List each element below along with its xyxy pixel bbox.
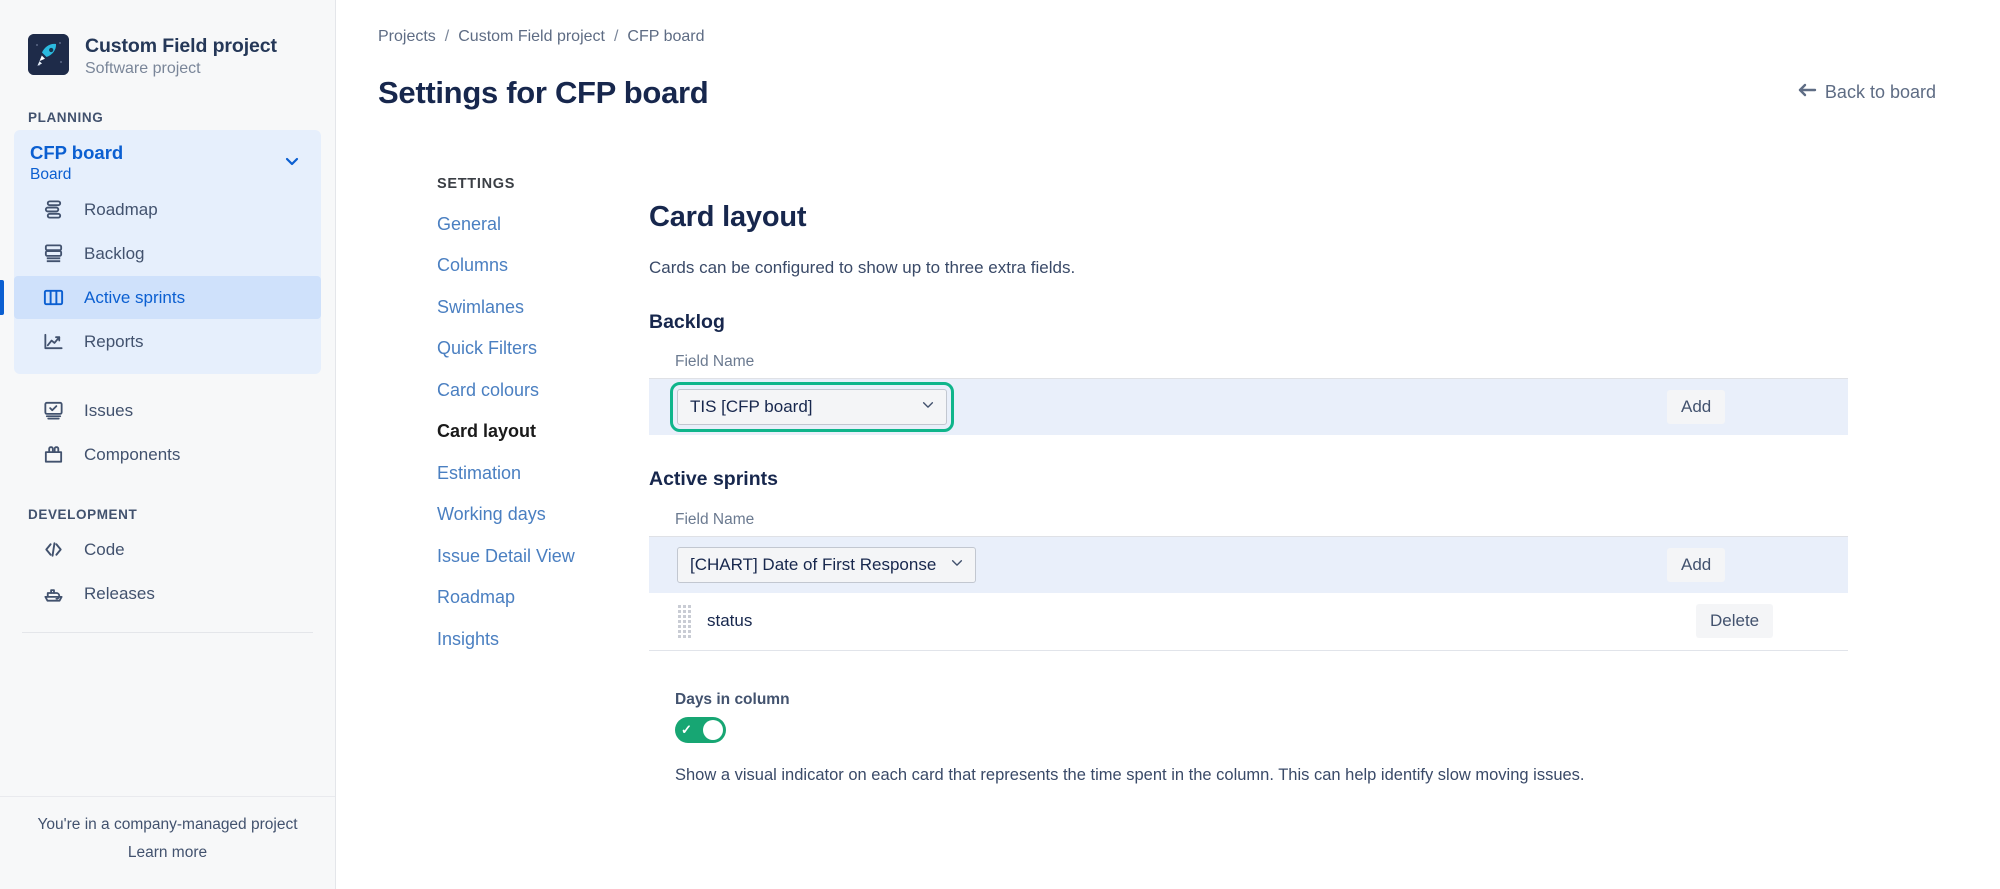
days-in-column-label: Days in column [675, 690, 790, 708]
sidebar-item-label: Backlog [84, 244, 145, 263]
releases-ship-icon [40, 581, 66, 607]
settings-body: SETTINGS General Columns Swimlanes Quick… [336, 176, 2000, 785]
settings-nav-label: SETTINGS [437, 175, 516, 192]
development-section-label: DEVELOPMENT [28, 507, 138, 522]
settings-nav-item-estimation[interactable]: Estimation [437, 453, 638, 495]
panel-description: Cards can be configured to show up to th… [649, 257, 1076, 277]
sidebar-item-active-sprints[interactable]: Active sprints [0, 276, 321, 319]
main-content: Projects / Custom Field project / CFP bo… [336, 0, 2000, 889]
days-in-column-toggle[interactable]: ✓ [675, 716, 726, 743]
board-nav-group: CFP board Board Roadmap Backlog Active s… [0, 130, 321, 374]
sidebar-item-label: Components [84, 445, 181, 464]
roadmap-icon [40, 197, 66, 223]
sidebar-item-label: Roadmap [84, 200, 158, 219]
board-title: CFP board [30, 142, 124, 163]
sidebar-item-label: Active sprints [84, 288, 186, 307]
settings-nav-item-card-layout[interactable]: Card layout [437, 411, 638, 453]
project-sidebar: Custom Field project Software project PL… [0, 0, 336, 889]
development-nav-group: Code Releases [0, 527, 335, 616]
page-title: Settings for CFP board [378, 74, 709, 110]
settings-nav-item-columns[interactable]: Columns [437, 245, 638, 287]
sidebar-item-label: Issues [84, 401, 134, 420]
settings-nav-item-roadmap[interactable]: Roadmap [437, 577, 638, 619]
backlog-field-row: TIS [CFP board] Add [649, 378, 1848, 436]
board-subtitle: Board [30, 166, 72, 183]
sidebar-item-label: Code [84, 540, 125, 559]
sidebar-item-releases[interactable]: Releases [14, 572, 321, 615]
project-header: Custom Field project Software project [0, 0, 335, 80]
code-icon [40, 537, 66, 563]
settings-nav-item-swimlanes[interactable]: Swimlanes [437, 287, 638, 329]
settings-nav-item-card-colours[interactable]: Card colours [437, 370, 638, 412]
sidebar-item-components[interactable]: Components [14, 433, 321, 476]
project-type: Software project [85, 60, 201, 77]
board-switcher[interactable]: CFP board Board [14, 136, 321, 187]
reports-chart-icon [40, 329, 66, 355]
chevron-down-icon[interactable] [283, 152, 301, 175]
active-sprints-field-select[interactable]: [CHART] Date of First Response [677, 546, 976, 583]
card-layout-panel: Card layout Cards can be configured to s… [638, 176, 1888, 785]
breadcrumb-separator: / [444, 28, 450, 45]
company-managed-note: You're in a company-managed project [37, 816, 298, 833]
panel-title: Card layout [649, 200, 807, 233]
backlog-icon [40, 241, 66, 267]
rocket-icon [28, 34, 69, 75]
sidebar-divider [22, 632, 313, 633]
breadcrumb-project[interactable]: Custom Field project [458, 28, 605, 46]
sidebar-item-roadmap[interactable]: Roadmap [14, 188, 321, 231]
sidebar-item-reports[interactable]: Reports [14, 320, 321, 363]
active-sprints-field-row: [CHART] Date of First Response Add [649, 535, 1848, 593]
sidebar-item-label: Reports [84, 332, 144, 351]
backlog-field-highlight: TIS [CFP board] [670, 382, 954, 433]
active-sprints-heading: Active sprints [649, 468, 778, 491]
backlog-field-select[interactable]: TIS [CFP board] [677, 389, 947, 426]
active-sprints-add-button[interactable]: Add [1667, 547, 1726, 582]
breadcrumb-board[interactable]: CFP board [627, 28, 704, 46]
breadcrumb: Projects / Custom Field project / CFP bo… [378, 28, 1956, 46]
settings-nav-item-working-days[interactable]: Working days [437, 494, 638, 536]
sidebar-footer: You're in a company-managed project Lear… [0, 796, 335, 889]
breadcrumb-separator: / [613, 28, 619, 45]
table-row: status Delete [649, 593, 1848, 651]
sidebar-item-backlog[interactable]: Backlog [14, 232, 321, 275]
backlog-add-button[interactable]: Add [1667, 390, 1726, 425]
sidebar-item-label: Releases [84, 584, 155, 603]
back-to-board-link[interactable]: Back to board [1797, 82, 1936, 103]
days-in-column-setting: Days in column ✓ Show a visual indicator… [649, 691, 1848, 785]
project-name: Custom Field project [85, 35, 277, 57]
app-root: Custom Field project Software project PL… [0, 0, 2000, 889]
settings-nav-item-insights[interactable]: Insights [437, 619, 638, 661]
arrow-left-icon [1797, 82, 1817, 103]
project-nav-group: Issues Components [0, 388, 335, 477]
backlog-heading: Backlog [649, 310, 725, 333]
planning-section-label: PLANNING [28, 110, 104, 125]
settings-nav: SETTINGS General Columns Swimlanes Quick… [378, 176, 638, 785]
backlog-field-label: Field Name [675, 353, 755, 371]
active-sprints-field-label: Field Name [675, 510, 755, 528]
issues-icon [40, 398, 66, 424]
check-icon: ✓ [681, 722, 692, 738]
back-to-board-label: Back to board [1824, 82, 1936, 103]
settings-nav-item-issue-detail-view[interactable]: Issue Detail View [437, 536, 638, 578]
page-header: Projects / Custom Field project / CFP bo… [336, 28, 2000, 134]
sidebar-item-code[interactable]: Code [14, 528, 321, 571]
days-in-column-description: Show a visual indicator on each card tha… [675, 765, 1585, 784]
learn-more-link[interactable]: Learn more [20, 839, 315, 867]
drag-handle-icon[interactable] [677, 604, 691, 638]
settings-nav-item-quick-filters[interactable]: Quick Filters [437, 328, 638, 370]
toggle-knob [703, 719, 723, 740]
delete-field-button[interactable]: Delete [1696, 604, 1774, 639]
field-row-label: status [707, 611, 753, 631]
board-columns-icon [40, 285, 66, 311]
sidebar-item-issues[interactable]: Issues [14, 389, 321, 432]
components-icon [40, 442, 66, 468]
breadcrumb-projects[interactable]: Projects [378, 28, 436, 46]
settings-nav-item-general[interactable]: General [437, 204, 638, 246]
